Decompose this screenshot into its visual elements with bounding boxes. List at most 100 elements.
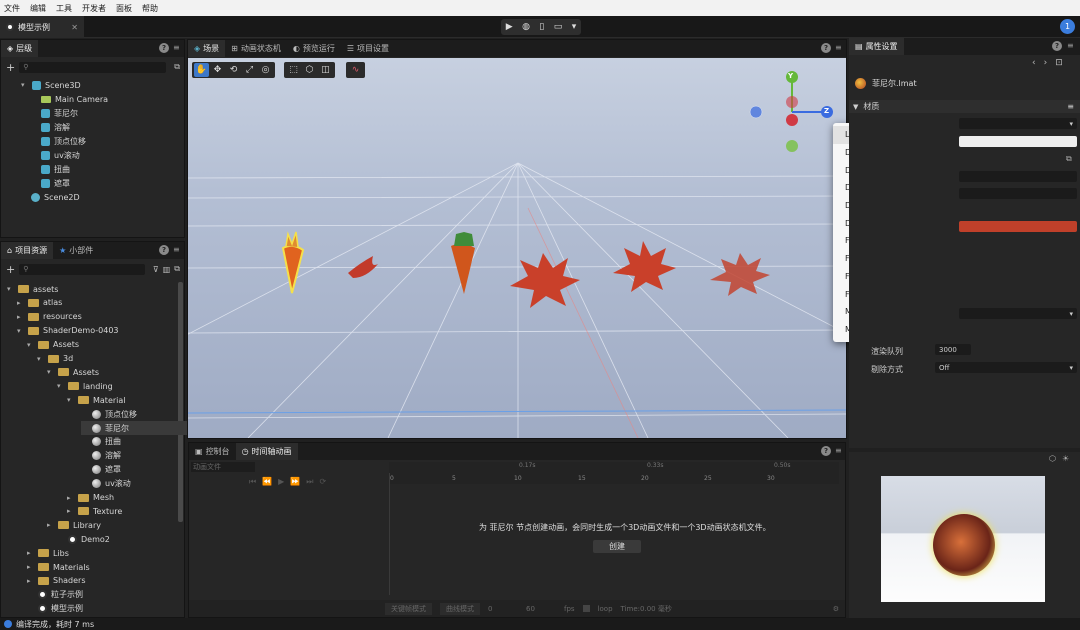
tab-timeline[interactable]: ◷ 时间轴动画 — [235, 443, 298, 460]
render-queue-input[interactable]: 3000 — [935, 344, 971, 355]
expand-arrow-icon[interactable]: ▸ — [27, 577, 34, 585]
shader-dropdown[interactable]: ▾ — [959, 118, 1077, 129]
menu-icon[interactable]: ≡ — [835, 43, 842, 52]
asset-tree-item[interactable]: ▾ ShaderDemo-0403 — [17, 324, 119, 338]
cube-view-icon[interactable]: ⬡ — [302, 63, 317, 77]
dissolving-leaf-object[interactable] — [348, 256, 378, 278]
menu-tools[interactable]: 工具 — [56, 3, 72, 14]
tab-widgets[interactable]: ★ 小部件 — [53, 242, 99, 259]
property-field[interactable] — [959, 188, 1077, 199]
rotate-tool-icon[interactable]: ⟲ — [226, 63, 241, 77]
expand-arrow-icon[interactable]: ▸ — [27, 549, 34, 557]
add-icon[interactable]: + — [6, 263, 15, 276]
help-icon[interactable]: ? — [821, 43, 831, 53]
asset-tree-item[interactable]: ▾ Assets — [47, 365, 99, 379]
expand-arrow-icon[interactable]: ▾ — [17, 327, 24, 335]
animation-file-field[interactable]: 动画文件 — [191, 462, 255, 472]
frame-input[interactable]: 0 — [488, 605, 518, 613]
menu-icon[interactable]: ≡ — [173, 245, 180, 254]
tree-item[interactable]: ▾ Scene3D — [21, 78, 81, 92]
tree-item[interactable]: uv滚动 — [41, 148, 80, 162]
perspective-icon[interactable]: ⬚ — [286, 63, 301, 77]
forward-icon[interactable]: › — [1044, 58, 1048, 68]
expand-arrow-icon[interactable]: ▸ — [17, 313, 24, 321]
menu-panels[interactable]: 面板 — [116, 3, 132, 14]
rect-tool-icon[interactable]: ◎ — [258, 63, 273, 77]
asset-tree-item[interactable]: 顶点位移 — [81, 407, 137, 421]
monitor-icon[interactable]: ▭ — [554, 22, 563, 32]
asset-tree-item[interactable]: ▸ Library — [47, 518, 101, 532]
phone-icon[interactable]: ▯ — [539, 22, 544, 32]
menu-help[interactable]: 帮助 — [142, 3, 158, 14]
asset-tree-item[interactable]: 扭曲 — [81, 435, 121, 449]
carrot-object[interactable] — [281, 231, 305, 294]
copy-icon[interactable]: ⧉ — [174, 62, 180, 72]
tree-item[interactable]: 遮罩 — [41, 176, 70, 190]
color-field[interactable] — [959, 136, 1077, 147]
expand-arrow-icon[interactable]: ▸ — [17, 299, 24, 307]
asset-tree-item[interactable]: 模型示例 — [27, 602, 83, 616]
cull-mode-dropdown[interactable]: Off ▾ — [935, 362, 1077, 373]
blend-dropdown[interactable]: ▾ — [959, 308, 1077, 319]
assets-search-input[interactable]: ⚲ — [19, 263, 145, 275]
expand-arrow-icon[interactable]: ▾ — [37, 355, 44, 363]
menu-developer[interactable]: 开发者 — [82, 3, 106, 14]
hierarchy-search-input[interactable]: ⚲ — [19, 61, 167, 73]
menu-icon[interactable]: ≡ — [1067, 102, 1074, 111]
expand-arrow-icon[interactable]: ▸ — [47, 521, 54, 529]
filter-icon[interactable]: ⊽ — [153, 265, 159, 274]
tree-item[interactable]: Main Camera — [41, 92, 108, 106]
play-icon[interactable]: ▶ — [506, 22, 513, 32]
asset-tree-item[interactable]: ▾ Assets — [27, 338, 79, 352]
asset-tree-item[interactable]: ▸ Libs — [27, 546, 69, 560]
timeline-playhead[interactable] — [389, 473, 390, 595]
help-icon[interactable]: ? — [159, 245, 169, 255]
expand-arrow-icon[interactable]: ▾ — [47, 368, 54, 376]
chevron-down-icon[interactable]: ▾ — [572, 22, 577, 32]
emission-color-field[interactable] — [959, 221, 1077, 232]
scale-tool-icon[interactable]: ⤢ — [242, 63, 257, 77]
material-section-header[interactable]: ▼ 材质 ≡ — [849, 100, 1080, 113]
menu-icon[interactable]: ≡ — [835, 446, 842, 455]
help-icon[interactable]: ? — [821, 446, 831, 456]
expand-arrow-icon[interactable]: ▾ — [21, 81, 28, 89]
tree-item[interactable]: Scene2D — [31, 190, 80, 204]
property-field[interactable] — [959, 171, 1077, 182]
expand-arrow-icon[interactable]: ▾ — [57, 382, 64, 390]
loop-checkbox[interactable] — [582, 605, 590, 612]
maple-leaf-object-3[interactable] — [710, 253, 770, 296]
expand-arrow-icon[interactable]: ▸ — [27, 563, 34, 571]
tab-console[interactable]: ▣ 控制台 — [189, 443, 236, 460]
globe-icon[interactable]: ◍ — [522, 22, 530, 32]
add-icon[interactable]: + — [6, 61, 15, 74]
curve-mode-button[interactable]: 曲线模式 — [440, 602, 480, 615]
carrot-object-2[interactable] — [451, 232, 475, 294]
tree-item[interactable]: 菲尼尔 — [41, 106, 78, 120]
asset-tree-item[interactable]: 粒子示例 — [27, 588, 83, 602]
close-icon[interactable]: ✕ — [71, 23, 78, 32]
asset-tree-item[interactable]: ▸ Materials — [27, 560, 90, 574]
tab-scene[interactable]: ◈ 场景 — [188, 40, 226, 57]
menu-edit[interactable]: 编辑 — [30, 3, 46, 14]
assets-scrollbar[interactable] — [178, 282, 183, 522]
cube-icon[interactable]: ⬡ — [1049, 454, 1056, 463]
asset-tree-item[interactable]: 遮罩 — [81, 463, 121, 477]
asset-tree-item[interactable]: ▾ assets — [7, 282, 58, 296]
prev-frame-icon[interactable]: ⏪ — [262, 477, 278, 486]
copy-icon[interactable]: ⧉ — [1066, 154, 1072, 164]
asset-tree-item[interactable]: ▸ Texture — [67, 504, 122, 518]
keyframe-mode-button[interactable]: 关键帧模式 — [385, 602, 432, 615]
menu-icon[interactable]: ≡ — [173, 43, 180, 52]
hand-tool-icon[interactable]: ✋ — [194, 63, 209, 77]
tab-hierarchy[interactable]: ◈ 层级 — [1, 40, 39, 57]
axis-gizmo[interactable] — [749, 71, 833, 152]
notification-badge[interactable]: 1 — [1060, 19, 1075, 34]
help-icon[interactable]: ? — [1052, 41, 1062, 51]
expand-arrow-icon[interactable]: ▾ — [7, 285, 14, 293]
tab-project-assets[interactable]: ⌂ 项目资源 — [1, 242, 54, 259]
move-tool-icon[interactable]: ✥ — [210, 63, 225, 77]
maple-leaf-object[interactable] — [510, 253, 580, 308]
tab-properties[interactable]: ▤ 属性设置 — [849, 38, 904, 55]
stats-icon[interactable]: ∿ — [348, 63, 363, 77]
tab-animator[interactable]: ⊞ 动画状态机 — [225, 40, 287, 57]
